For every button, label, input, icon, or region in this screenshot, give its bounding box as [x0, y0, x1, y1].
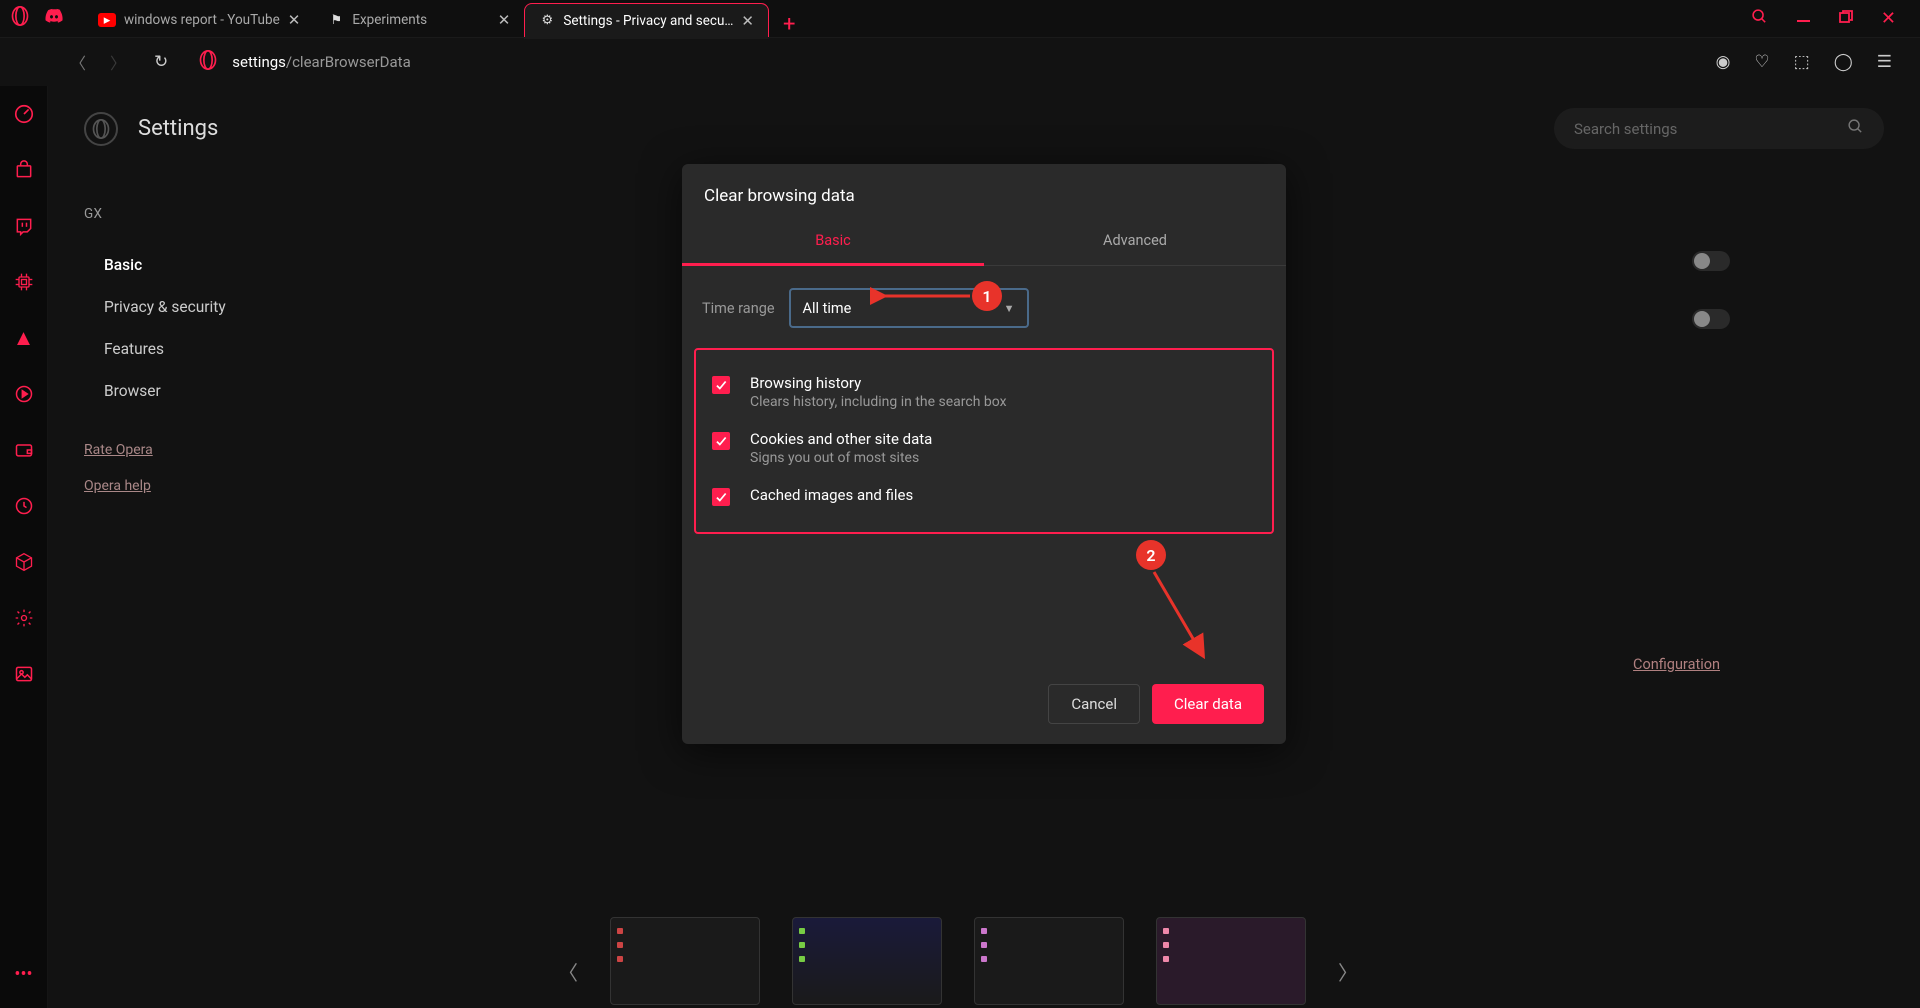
- sidebar: ▲ •••: [0, 86, 48, 1008]
- play-icon[interactable]: [10, 380, 38, 408]
- option-title: Cached images and files: [750, 486, 913, 504]
- tab-strip: ▸ windows report - YouTube ✕ ⚑ Experimen…: [84, 0, 1751, 37]
- minimize-icon[interactable]: [1796, 9, 1811, 28]
- new-tab-button[interactable]: +: [769, 12, 809, 37]
- dialog-tabs: Basic Advanced: [682, 220, 1286, 266]
- forward-button[interactable]: 〉: [110, 50, 126, 74]
- window-controls: ✕: [1751, 8, 1910, 29]
- settings-page: Settings GX Basic Privacy & security Fea…: [48, 86, 1920, 1008]
- back-button[interactable]: 〈: [70, 50, 86, 74]
- wallet-icon[interactable]: [10, 436, 38, 464]
- snapshot-icon[interactable]: ◉: [1716, 52, 1731, 72]
- address-bar[interactable]: settings/clearBrowserData: [198, 50, 410, 74]
- option-desc: Clears history, including in the search …: [750, 394, 1007, 410]
- url-text: settings/clearBrowserData: [232, 53, 410, 71]
- close-icon[interactable]: ✕: [741, 12, 754, 30]
- time-range-label: Time range: [702, 300, 775, 317]
- close-icon[interactable]: ✕: [498, 11, 511, 29]
- easy-setup-icon[interactable]: ☰: [1877, 52, 1892, 72]
- option-cookies[interactable]: Cookies and other site data Signs you ou…: [706, 420, 1262, 476]
- heart-icon[interactable]: ♡: [1754, 52, 1769, 72]
- tab-label: windows report - YouTube: [124, 12, 280, 28]
- tab-youtube[interactable]: ▸ windows report - YouTube ✕: [84, 3, 314, 37]
- search-icon[interactable]: [1751, 8, 1768, 29]
- speed-dial-icon[interactable]: [10, 100, 38, 128]
- close-window-icon[interactable]: ✕: [1881, 8, 1896, 29]
- reload-button[interactable]: ↻: [154, 52, 168, 72]
- nav-arrows: 〈 〉: [70, 50, 126, 74]
- opera-url-icon: [198, 50, 218, 74]
- package-icon[interactable]: [10, 548, 38, 576]
- more-icon[interactable]: •••: [10, 960, 38, 988]
- titlebar: ▸ windows report - YouTube ✕ ⚑ Experimen…: [0, 0, 1920, 38]
- titlebar-left: [10, 6, 64, 31]
- toolbar-actions: ◉ ♡ ⬚ ◯ ☰: [1716, 52, 1908, 72]
- opera-logo-icon[interactable]: [10, 6, 30, 31]
- chevron-down-icon: ▼: [1004, 302, 1015, 315]
- tab-basic[interactable]: Basic: [682, 220, 984, 266]
- option-cached[interactable]: Cached images and files: [706, 476, 1262, 516]
- youtube-icon: ▸: [98, 13, 116, 27]
- clear-data-dialog: Clear browsing data Basic Advanced Time …: [682, 164, 1286, 744]
- tab-label: Experiments: [352, 12, 489, 28]
- image-icon[interactable]: [10, 660, 38, 688]
- cancel-button[interactable]: Cancel: [1048, 684, 1140, 724]
- checkbox[interactable]: [712, 432, 730, 450]
- maximize-icon[interactable]: [1839, 9, 1853, 28]
- discord-icon[interactable]: [44, 8, 64, 29]
- dialog-overlay: Clear browsing data Basic Advanced Time …: [48, 86, 1920, 1008]
- toolbar: 〈 〉 ↻ settings/clearBrowserData ◉ ♡ ⬚ ◯ …: [0, 38, 1920, 86]
- tab-label: Settings - Privacy and secu…: [563, 13, 733, 29]
- cpu-icon[interactable]: [10, 268, 38, 296]
- option-title: Browsing history: [750, 374, 1007, 392]
- twitch-icon[interactable]: [10, 212, 38, 240]
- checkbox[interactable]: [712, 488, 730, 506]
- clock-icon[interactable]: [10, 492, 38, 520]
- annotation-1: 1: [972, 281, 1002, 311]
- close-icon[interactable]: ✕: [288, 11, 301, 29]
- clear-data-button[interactable]: Clear data: [1152, 684, 1264, 724]
- bag-icon[interactable]: [10, 156, 38, 184]
- annotation-2: 2: [1136, 540, 1166, 570]
- gear-icon: ⚙: [539, 13, 555, 29]
- option-desc: Signs you out of most sites: [750, 450, 932, 466]
- option-title: Cookies and other site data: [750, 430, 932, 448]
- flag-icon: ⚑: [328, 12, 344, 28]
- profile-icon[interactable]: ◯: [1834, 52, 1853, 72]
- options-highlight: Browsing history Clears history, includi…: [694, 348, 1274, 534]
- gx-corner-icon[interactable]: ▲: [10, 324, 38, 352]
- annotation-arrow-1: [870, 282, 974, 312]
- cube-icon[interactable]: ⬚: [1794, 52, 1810, 72]
- tab-advanced[interactable]: Advanced: [984, 220, 1286, 265]
- main-area: ▲ ••• Settings GX Basic Privacy & securi…: [0, 86, 1920, 1008]
- tab-settings[interactable]: ⚙ Settings - Privacy and secu… ✕: [524, 3, 769, 37]
- dialog-title: Clear browsing data: [682, 164, 1286, 220]
- time-range-value: All time: [803, 300, 852, 317]
- annotation-arrow-2: [1148, 568, 1218, 668]
- option-browsing-history[interactable]: Browsing history Clears history, includi…: [706, 364, 1262, 420]
- tab-experiments[interactable]: ⚑ Experiments ✕: [314, 3, 524, 37]
- checkbox[interactable]: [712, 376, 730, 394]
- settings-gear-icon[interactable]: [10, 604, 38, 632]
